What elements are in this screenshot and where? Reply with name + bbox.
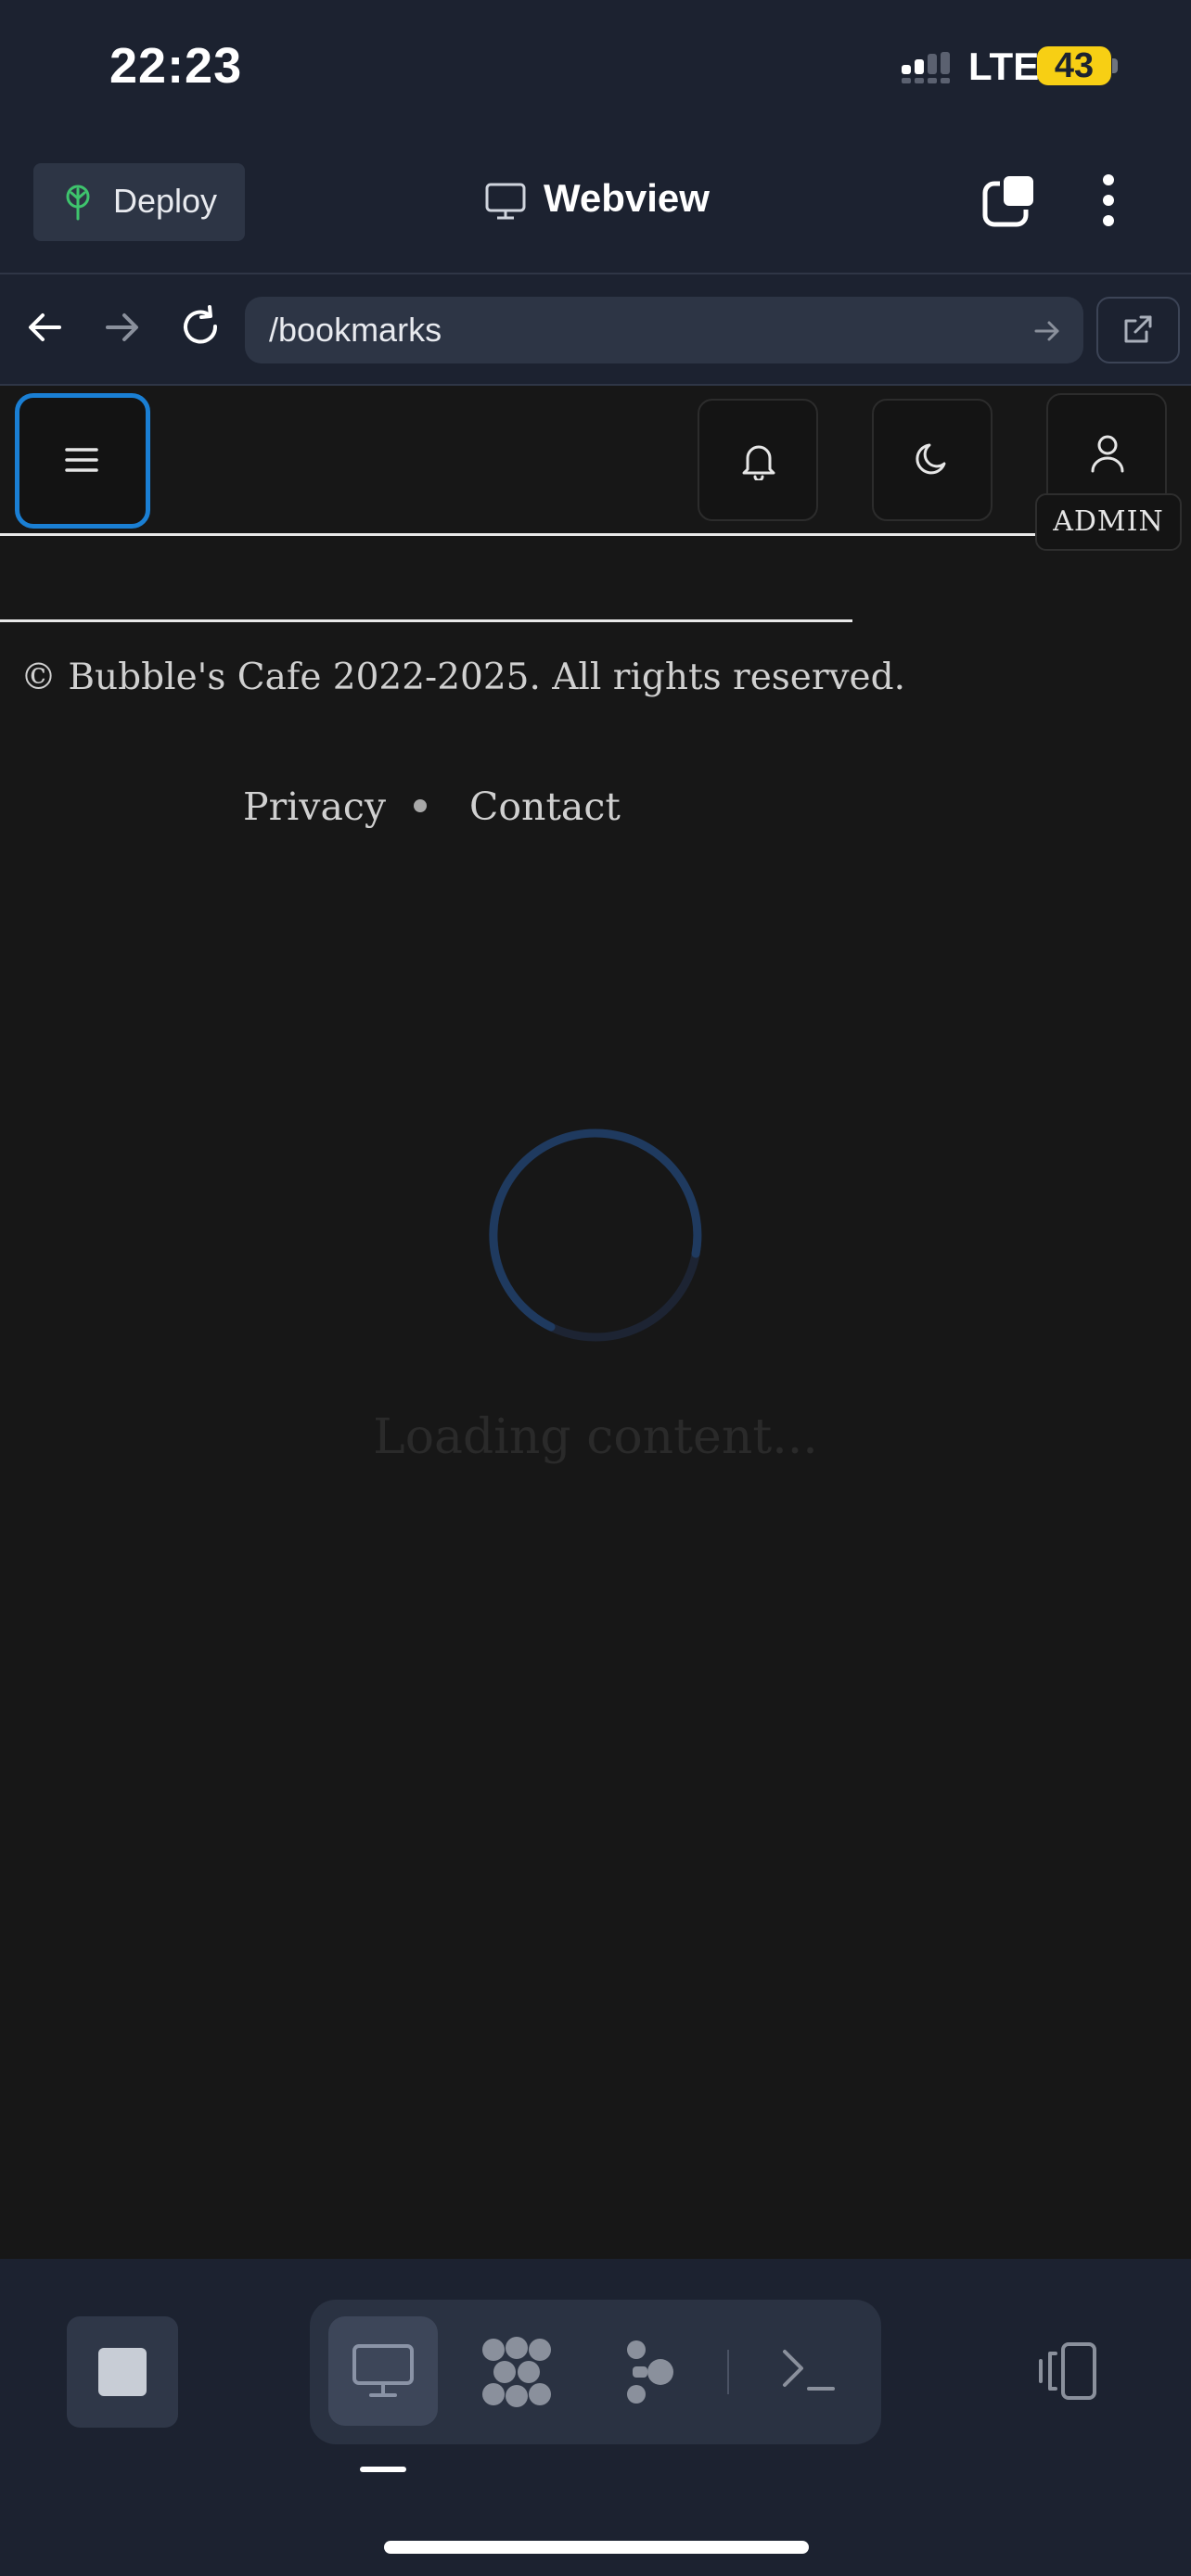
footer-divider bbox=[0, 619, 852, 622]
privacy-link[interactable]: Privacy bbox=[243, 784, 386, 829]
share-nodes-icon[interactable] bbox=[623, 2339, 675, 2405]
desktop-icon bbox=[352, 2344, 414, 2397]
battery-tip bbox=[1112, 58, 1118, 73]
back-arrow-icon[interactable] bbox=[24, 306, 67, 349]
monitor-icon bbox=[485, 183, 526, 220]
url-text: /bookmarks bbox=[269, 311, 442, 349]
reload-icon[interactable] bbox=[178, 304, 224, 351]
go-arrow-icon[interactable] bbox=[1031, 315, 1063, 347]
bell-icon bbox=[742, 445, 775, 480]
page-title: Webview bbox=[544, 176, 710, 220]
forward-arrow-icon[interactable] bbox=[100, 306, 143, 349]
kebab-menu-icon[interactable] bbox=[1096, 172, 1121, 228]
home-indicator bbox=[384, 2541, 809, 2554]
page-header-divider bbox=[0, 533, 1035, 536]
loading-text: Loading content... bbox=[373, 1409, 818, 1465]
battery-level: 43 bbox=[1054, 46, 1095, 85]
deploy-icon bbox=[66, 185, 90, 221]
stop-icon bbox=[98, 2348, 147, 2396]
navbar-divider bbox=[0, 384, 1191, 386]
external-link-icon bbox=[1124, 315, 1152, 343]
active-mode-indicator bbox=[360, 2467, 406, 2472]
deploy-label: Deploy bbox=[113, 182, 218, 220]
mode-separator bbox=[727, 2350, 729, 2394]
user-role-label: ADMIN bbox=[1053, 505, 1164, 538]
cluster-icon[interactable] bbox=[480, 2337, 553, 2407]
loading-spinner-icon bbox=[489, 1129, 702, 1342]
devices-icon[interactable] bbox=[1035, 2340, 1100, 2402]
footer-separator-dot bbox=[414, 799, 427, 812]
signal-icon bbox=[902, 52, 950, 83]
status-time: 22:23 bbox=[109, 38, 243, 94]
hamburger-menu-icon bbox=[65, 448, 98, 472]
terminal-icon[interactable] bbox=[781, 2346, 837, 2394]
network-type: LTE bbox=[968, 45, 1040, 88]
user-icon bbox=[1091, 435, 1124, 473]
contact-link[interactable]: Contact bbox=[469, 784, 621, 829]
copyright-text: © Bubble's Cafe 2022-2025. All rights re… bbox=[20, 657, 905, 698]
moon-icon bbox=[916, 443, 946, 475]
tabs-icon[interactable] bbox=[981, 172, 1037, 228]
